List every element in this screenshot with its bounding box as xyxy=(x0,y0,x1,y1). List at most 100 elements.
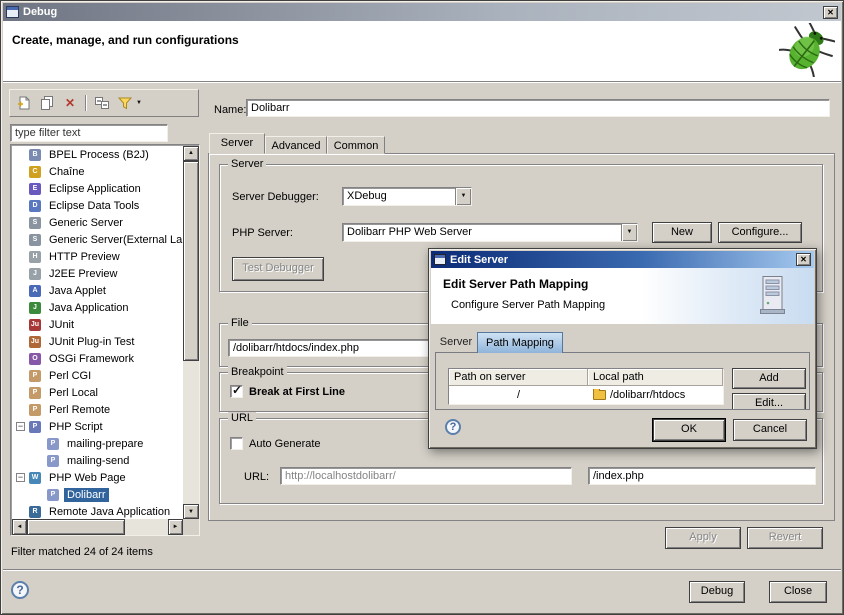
tree-vertical-scrollbar[interactable]: ▲ ▼ xyxy=(183,146,199,519)
edit-mapping-button[interactable]: Edit... xyxy=(732,393,806,410)
cancel-button[interactable]: Cancel xyxy=(733,419,807,441)
tree-item-label: PHP Web Page xyxy=(46,471,129,485)
server-debugger-select[interactable]: XDebug ▼ xyxy=(342,187,472,206)
titlebar[interactable]: Debug ✕ xyxy=(3,3,841,21)
filter-menu-arrow-icon[interactable]: ▼ xyxy=(136,100,142,106)
tree-item-label: Perl Local xyxy=(46,386,101,400)
new-server-button[interactable]: New xyxy=(652,222,712,243)
tree-item-perl-cgi[interactable]: PPerl CGI xyxy=(12,367,183,384)
duplicate-configuration-button[interactable] xyxy=(37,93,57,113)
tree-item-osgi-framework[interactable]: OOSGi Framework xyxy=(12,350,183,367)
tree-item-label: JUnit xyxy=(46,318,77,332)
dropdown-arrow-icon[interactable]: ▼ xyxy=(621,224,637,241)
tree-item-generic-server-external-la[interactable]: SGeneric Server(External La xyxy=(12,231,183,248)
tree-item-perl-local[interactable]: PPerl Local xyxy=(12,384,183,401)
configure-server-button[interactable]: Configure... xyxy=(718,222,802,243)
server-debugger-label: Server Debugger: xyxy=(232,191,319,203)
dialog-tab-server-label: Server xyxy=(440,336,472,348)
close-button[interactable]: Close xyxy=(769,581,827,603)
horizontal-scroll-thumb[interactable] xyxy=(27,519,125,535)
delete-configuration-button[interactable]: ✕ xyxy=(60,93,80,113)
window-icon xyxy=(6,6,19,18)
config-tree[interactable]: BBPEL Process (B2J)CChaîneEEclipse Appli… xyxy=(12,146,183,519)
tab-server[interactable]: Server xyxy=(209,133,265,154)
break-at-first-line-label: Break at First Line xyxy=(249,386,345,398)
tree-item-junit-plug-in-test[interactable]: JuJUnit Plug-in Test xyxy=(12,333,183,350)
php-server-select[interactable]: Dolibarr PHP Web Server ▼ xyxy=(342,223,638,242)
help-button[interactable]: ? xyxy=(11,581,29,599)
add-mapping-button-label: Add xyxy=(759,369,779,384)
test-debugger-button-label: Test Debugger xyxy=(242,258,314,274)
mapping-rows: //dolibarr/htdocs xyxy=(449,386,723,404)
tree-item-cha-ne[interactable]: CChaîne xyxy=(12,163,183,180)
tree-item-mailing-send[interactable]: Pmailing-send xyxy=(12,452,183,469)
tree-item-perl-remote[interactable]: PPerl Remote xyxy=(12,401,183,418)
tree-item-eclipse-data-tools[interactable]: DEclipse Data Tools xyxy=(12,197,183,214)
tree-item-junit[interactable]: JuJUnit xyxy=(12,316,183,333)
collapse-expander-icon[interactable]: − xyxy=(16,473,25,482)
tree-item-dolibarr[interactable]: PDolibarr xyxy=(12,486,183,503)
remote-java-application-icon: R xyxy=(29,506,41,518)
scroll-left-button[interactable]: ◄ xyxy=(12,519,27,535)
dialog-help-button[interactable]: ? xyxy=(445,419,461,435)
scroll-right-button[interactable]: ► xyxy=(168,519,183,535)
edit-server-dialog: Edit Server ✕ Edit Server Path Mapping C… xyxy=(428,248,817,449)
mapping-row[interactable]: //dolibarr/htdocs xyxy=(449,386,723,404)
url-path-input[interactable] xyxy=(588,467,816,485)
column-path-on-server[interactable]: Path on server xyxy=(449,369,588,386)
url-base-input[interactable] xyxy=(280,467,572,485)
tree-item-bpel-process-b2j[interactable]: BBPEL Process (B2J) xyxy=(12,146,183,163)
revert-button[interactable]: Revert xyxy=(747,527,823,549)
tree-item-mailing-prepare[interactable]: Pmailing-prepare xyxy=(12,435,183,452)
tree-item-php-script[interactable]: −PPHP Script xyxy=(12,418,183,435)
filter-button[interactable] xyxy=(115,93,135,113)
breakpoint-group-label: Breakpoint xyxy=(228,366,287,378)
dialog-close-button[interactable]: ✕ xyxy=(796,253,811,266)
tree-item-http-preview[interactable]: HHTTP Preview xyxy=(12,248,183,265)
tree-item-java-applet[interactable]: AJava Applet xyxy=(12,282,183,299)
name-label: Name: xyxy=(214,104,246,116)
filter-input[interactable] xyxy=(10,124,168,142)
name-input[interactable] xyxy=(246,99,830,117)
new-configuration-button[interactable] xyxy=(14,93,34,113)
expander-spacer xyxy=(34,439,43,448)
test-debugger-button[interactable]: Test Debugger xyxy=(232,257,324,281)
java-applet-icon: A xyxy=(29,285,41,297)
dialog-tab-server[interactable]: Server xyxy=(435,332,477,352)
tab-advanced[interactable]: Advanced xyxy=(265,136,327,154)
tree-item-generic-server[interactable]: SGeneric Server xyxy=(12,214,183,231)
scroll-up-button[interactable]: ▲ xyxy=(183,146,199,161)
generic-server-external-icon: S xyxy=(29,234,41,246)
ok-button[interactable]: OK xyxy=(653,419,725,441)
tree-item-j2ee-preview[interactable]: JJ2EE Preview xyxy=(12,265,183,282)
thread-icon: C xyxy=(29,166,41,178)
tree-item-remote-java-application[interactable]: RRemote Java Application xyxy=(12,503,183,519)
dialog-title: Edit Server xyxy=(450,254,796,266)
scroll-down-button[interactable]: ▼ xyxy=(183,504,199,519)
vertical-scroll-thumb[interactable] xyxy=(183,161,199,361)
debug-window: Debug ✕ Create, manage, and run configur… xyxy=(0,0,844,615)
auto-generate-checkbox[interactable] xyxy=(230,437,243,450)
tree-indent xyxy=(12,443,34,444)
http-preview-icon: H xyxy=(29,251,41,263)
ok-button-label: OK xyxy=(681,420,697,435)
php-server-value: Dolibarr PHP Web Server xyxy=(347,226,619,238)
dialog-tab-path-mapping[interactable]: Path Mapping xyxy=(477,332,563,353)
debug-button[interactable]: Debug xyxy=(689,581,745,603)
tree-item-java-application[interactable]: JJava Application xyxy=(12,299,183,316)
tree-horizontal-scrollbar[interactable]: ◄ ► xyxy=(12,519,183,535)
collapse-expander-icon[interactable]: − xyxy=(16,422,25,431)
dropdown-arrow-icon[interactable]: ▼ xyxy=(455,188,471,205)
tab-common[interactable]: Common xyxy=(327,136,385,154)
add-mapping-button[interactable]: Add xyxy=(732,368,806,389)
dialog-titlebar[interactable]: Edit Server ✕ xyxy=(431,251,814,268)
tree-item-php-web-page[interactable]: −WPHP Web Page xyxy=(12,469,183,486)
column-local-path[interactable]: Local path xyxy=(588,369,723,386)
collapse-all-button[interactable] xyxy=(92,93,112,113)
break-at-first-line-checkbox[interactable]: ✓ xyxy=(230,385,243,398)
server-group-label: Server xyxy=(228,158,266,170)
tree-item-eclipse-application[interactable]: EEclipse Application xyxy=(12,180,183,197)
apply-button[interactable]: Apply xyxy=(665,527,741,549)
generic-server-icon: S xyxy=(29,217,41,229)
window-close-button[interactable]: ✕ xyxy=(823,6,838,19)
